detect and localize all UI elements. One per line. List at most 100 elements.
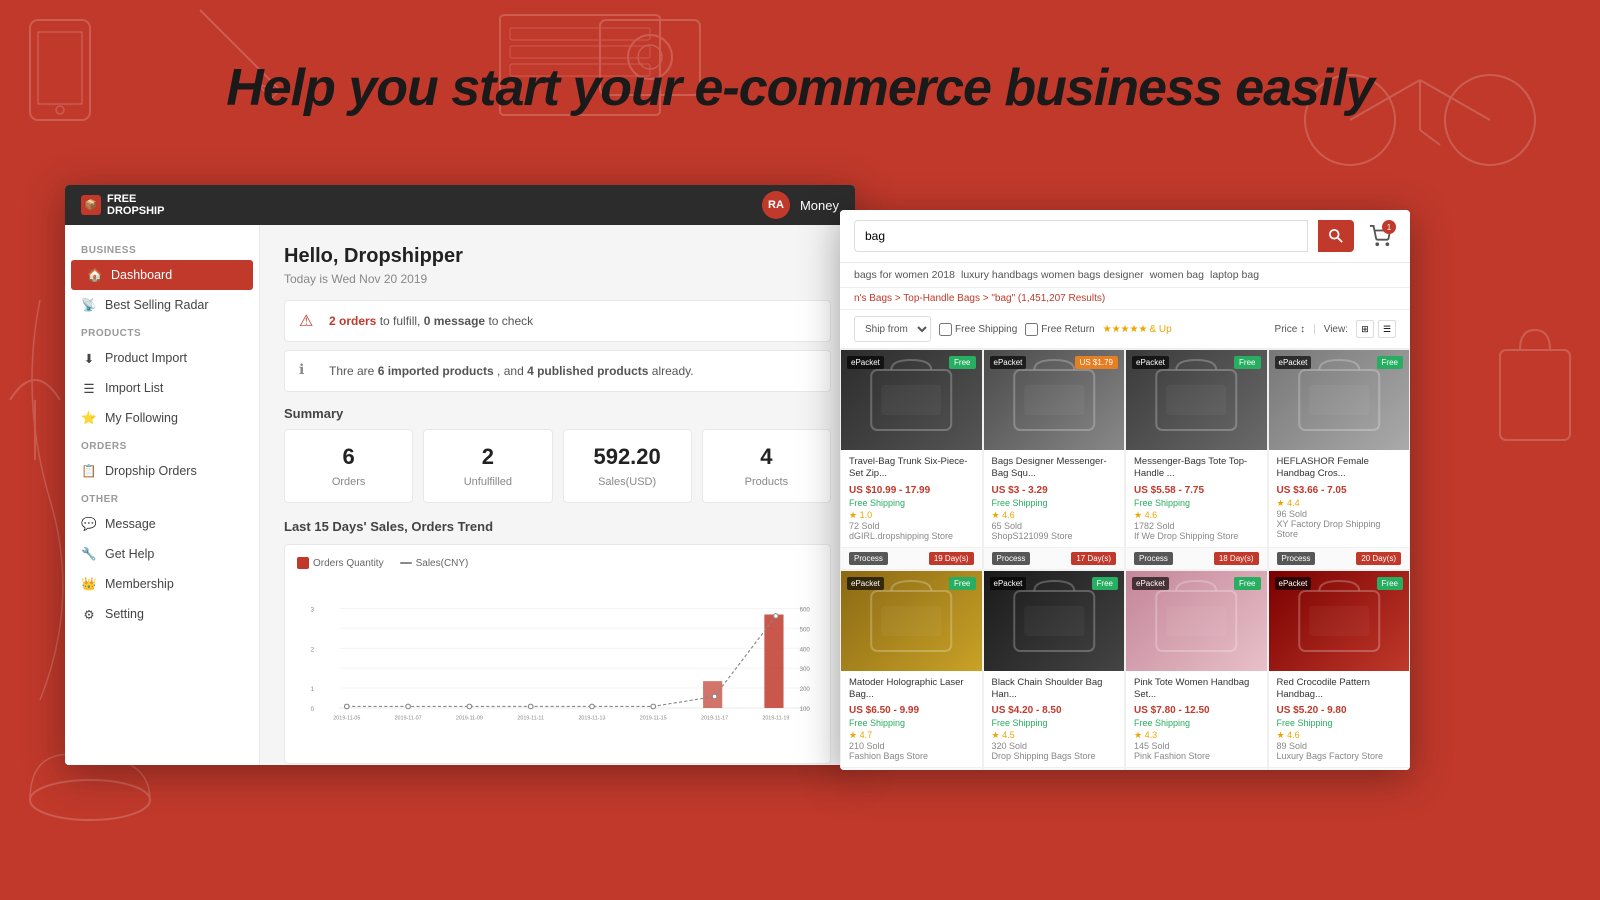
search-icon — [1329, 229, 1343, 243]
process-badge: Process — [1134, 552, 1173, 565]
product-stars: ★ 4.6 — [1134, 510, 1259, 521]
summary-card-products: 4 Products — [702, 429, 831, 503]
hero-title: Help you start your e-commerce business … — [0, 58, 1600, 118]
dashboard-icon: 🏠 — [87, 267, 103, 283]
svg-text:2019-11-09: 2019-11-09 — [456, 715, 483, 721]
sidebar-label-membership: Membership — [105, 577, 174, 591]
sidebar-item-dropship-orders[interactable]: 📋 Dropship Orders — [65, 456, 259, 486]
product-card-p8[interactable]: ePacket Free Red Crocodile Pattern Handb… — [1268, 570, 1411, 770]
product-card-p5[interactable]: ePacket Free Matoder Holographic Laser B… — [840, 570, 983, 770]
product-store: Fashion Bags Store — [849, 751, 974, 761]
product-store: XY Factory Drop Shipping Store — [1277, 519, 1402, 539]
product-sold: 65 Sold — [992, 521, 1117, 531]
summary-cards: 6 Orders 2 Unfulfilled 592.20 Sales(USD)… — [284, 429, 831, 503]
star-filter[interactable]: ★★★★★ & Up — [1103, 324, 1172, 335]
product-card-p7[interactable]: ePacket Free Pink Tote Women Handbag Set… — [1125, 570, 1268, 770]
product-price: US $5.20 - 9.80 — [1277, 705, 1402, 716]
product-info: Red Crocodile Pattern Handbag... US $5.2… — [1269, 671, 1410, 768]
sidebar-item-help[interactable]: 🔧 Get Help — [65, 539, 259, 569]
sidebar-label-import-list: Import List — [105, 381, 163, 395]
product-card-p6[interactable]: ePacket Free Black Chain Shoulder Bag Ha… — [983, 570, 1126, 770]
sidebar-item-membership[interactable]: 👑 Membership — [65, 569, 259, 599]
alert-products-pre: Thre are — [329, 364, 378, 378]
sidebar-item-message[interactable]: 💬 Message — [65, 509, 259, 539]
sidebar-item-dashboard[interactable]: 🏠 Dashboard — [71, 260, 253, 290]
product-price: US $7.80 - 12.50 — [1134, 705, 1259, 716]
product-price: US $3.66 - 7.05 — [1277, 485, 1402, 496]
svg-text:2019-11-07: 2019-11-07 — [395, 715, 422, 721]
svg-text:2019-11-19: 2019-11-19 — [762, 715, 789, 721]
chart-legend: Orders Quantity Sales(CNY) — [297, 557, 818, 569]
product-card-p4[interactable]: ePacket Free HEFLASHOR Female Handbag Cr… — [1268, 349, 1411, 570]
sidebar-item-product-import[interactable]: ⬇ Product Import — [65, 343, 259, 373]
free-return-filter[interactable]: Free Return — [1025, 323, 1094, 336]
product-stars: ★ 4.5 — [992, 730, 1117, 741]
summary-card-sales: 592.20 Sales(USD) — [563, 429, 692, 503]
product-card-p1[interactable]: ePacket Free Travel-Bag Trunk Six-Piece-… — [840, 349, 983, 570]
product-info: Bags Designer Messenger-Bag Squ... US $3… — [984, 450, 1125, 547]
svg-text:500: 500 — [800, 626, 811, 633]
sidebar-item-best-selling[interactable]: 📡 Best Selling Radar — [65, 290, 259, 320]
product-search-button[interactable] — [1318, 220, 1354, 252]
product-card-p2[interactable]: ePacket US $1.79 Bags Designer Messenger… — [983, 349, 1126, 570]
product-search-input[interactable] — [854, 220, 1308, 252]
sort-separator: | — [1313, 324, 1316, 335]
sidebar-item-following[interactable]: ⭐ My Following — [65, 403, 259, 433]
svg-text:300: 300 — [800, 666, 811, 673]
alert-products-icon: ℹ — [299, 361, 319, 381]
process-badge: Process — [1277, 552, 1316, 565]
free-return-checkbox[interactable] — [1025, 323, 1038, 336]
product-card-bottom: Process 20 Day(s) — [1269, 547, 1410, 569]
list-icon: ☰ — [81, 380, 97, 396]
svg-text:2019-11-05: 2019-11-05 — [333, 715, 360, 721]
tag-women-bag[interactable]: women bag — [1150, 269, 1204, 281]
product-title: Matoder Holographic Laser Bag... — [849, 677, 974, 702]
alert-published-count: 4 published products — [527, 364, 648, 378]
user-avatar: RA — [762, 191, 790, 219]
summary-card-orders: 6 Orders — [284, 429, 413, 503]
list-view-button[interactable]: ☰ — [1378, 320, 1396, 338]
dashboard-window: 📦 FREE DROPSHIP RA Money BUSINESS 🏠 Dash… — [65, 185, 855, 765]
product-card-p3[interactable]: ePacket Free Messenger-Bags Tote Top-Han… — [1125, 349, 1268, 570]
tag-bags-women[interactable]: bags for women 2018 — [854, 269, 955, 281]
product-image: ePacket Free — [841, 571, 982, 671]
product-image: ePacket Free — [1126, 350, 1267, 450]
product-stars: ★ 4.6 — [1277, 730, 1402, 741]
money-label[interactable]: Money — [800, 198, 839, 213]
legend-sales-icon — [400, 562, 412, 564]
summary-products-value: 4 — [713, 444, 820, 470]
product-image: ePacket Free — [1126, 571, 1267, 671]
grid-view-button[interactable]: ⊞ — [1356, 320, 1374, 338]
product-stars: ★ 4.4 — [1277, 498, 1402, 509]
product-card-bottom: Process 18 Day(s) — [1126, 767, 1267, 770]
sort-label: Price ↕ — [1275, 324, 1306, 335]
cart-icon[interactable]: 1 — [1364, 220, 1396, 252]
day-badge: 19 Day(s) — [929, 552, 974, 565]
product-sold: 320 Sold — [992, 741, 1117, 751]
product-price: US $6.50 - 9.99 — [849, 705, 974, 716]
product-store: Drop Shipping Bags Store — [992, 751, 1117, 761]
sidebar-item-import-list[interactable]: ☰ Import List — [65, 373, 259, 403]
svg-text:400: 400 — [800, 646, 811, 653]
sidebar-item-setting[interactable]: ⚙ Setting — [65, 599, 259, 629]
product-card-bottom: Process 22 Day(s) — [841, 767, 982, 770]
legend-sales-label: Sales(CNY) — [416, 558, 469, 569]
tag-luxury-handbags[interactable]: luxury handbags women bags designer — [961, 269, 1144, 281]
product-title: Red Crocodile Pattern Handbag... — [1277, 677, 1402, 702]
summary-sales-value: 592.20 — [574, 444, 681, 470]
svg-text:2019-11-11: 2019-11-11 — [517, 715, 544, 721]
alert-orders-count: 2 orders — [329, 314, 376, 328]
dashboard-topbar: 📦 FREE DROPSHIP RA Money — [65, 185, 855, 225]
product-card-bottom: Process 18 Day(s) — [1126, 547, 1267, 569]
free-shipping-checkbox[interactable] — [939, 323, 952, 336]
day-badge: 17 Day(s) — [1071, 552, 1116, 565]
free-shipping-filter[interactable]: Free Shipping — [939, 323, 1017, 336]
alert-imported-count: 6 imported products — [378, 364, 494, 378]
product-price: US $3 - 3.29 — [992, 485, 1117, 496]
ship-from-select[interactable]: Ship from — [854, 316, 931, 342]
product-title: Bags Designer Messenger-Bag Squ... — [992, 456, 1117, 481]
tag-laptop-bag[interactable]: laptop bag — [1210, 269, 1259, 281]
product-title: Pink Tote Women Handbag Set... — [1134, 677, 1259, 702]
product-info: Travel-Bag Trunk Six-Piece-Set Zip... US… — [841, 450, 982, 547]
product-window: 1 bags for women 2018 luxury handbags wo… — [840, 210, 1410, 770]
